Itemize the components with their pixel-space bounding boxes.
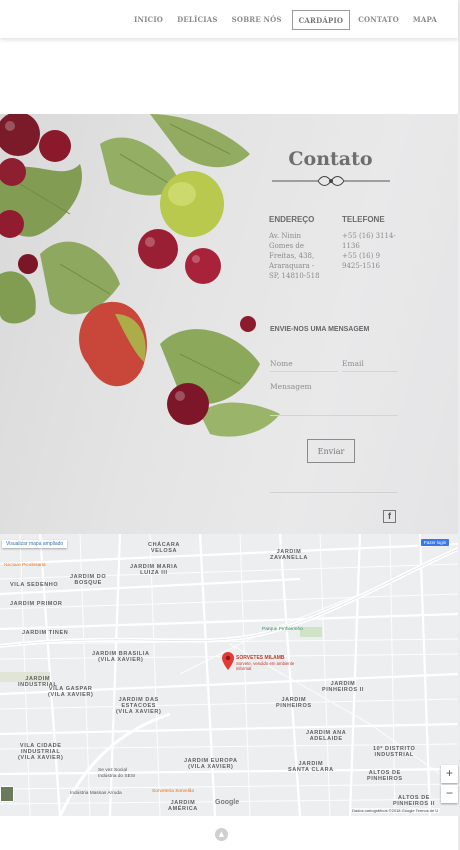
map-neighborhood-label: JARDIM PINHEIROS II xyxy=(322,681,365,693)
map-poi-label[interactable]: Nectare Picolesaria xyxy=(4,563,46,568)
view-larger-map-link[interactable]: Visualizar mapa ampliado xyxy=(2,540,68,548)
ornament-divider-icon xyxy=(272,176,390,186)
map-poi-label[interactable]: Parque Pinheirinho xyxy=(262,627,303,632)
phone-text: +55 (16) 3114- 1136 +55 (16) 9 9425-1516 xyxy=(342,231,396,271)
nav-item-sobre-nos[interactable]: SOBRE NÓS xyxy=(226,10,288,30)
map-neighborhood-label: JARDIM DO BOSQUE xyxy=(70,574,107,586)
phone-line: 1136 xyxy=(342,242,360,250)
map-neighborhood-label: JARDIM BRASILIA (VILA XAVIER) xyxy=(92,651,150,663)
map-poi-label[interactable]: Indústria do SESI xyxy=(98,774,135,779)
map-neighborhood-label: JARDIM PINHEIROS xyxy=(276,697,312,709)
address-text: Av. Ninin Gomes de Freitas, 438, Araraqu… xyxy=(269,231,320,281)
map-poi-label[interactable]: Sorveteria Sorvelão xyxy=(152,789,194,794)
name-field[interactable] xyxy=(270,356,338,372)
address-line: Araraquara - xyxy=(269,262,315,270)
phone-line: +55 (16) 3114- xyxy=(342,232,396,240)
nav-item-contato[interactable]: CONTATO xyxy=(352,10,405,30)
zoom-in-button[interactable]: + xyxy=(441,765,458,783)
email-field[interactable] xyxy=(342,356,398,372)
back-to-top-icon[interactable]: ▲ xyxy=(215,828,228,841)
facebook-icon[interactable]: f xyxy=(383,510,396,523)
contact-section: Contato ENDEREÇO Av. Ninin Gomes de Frei… xyxy=(0,114,458,534)
top-nav: INICIO DELÍCIAS SOBRE NÓS CARDÁPIO CONTA… xyxy=(0,0,458,38)
map-neighborhood-label: CHÁCARA VELOSA xyxy=(148,542,181,554)
map-neighborhood-label: JARDIM ANA ADELAIDE xyxy=(306,730,347,742)
map-neighborhood-label: ALTOS DE PINHEIROS xyxy=(367,770,403,782)
map-neighborhood-label: JARDIM PRIMOR xyxy=(10,601,63,607)
map-neighborhood-label: JARDIM SANTA CLARA xyxy=(288,761,334,773)
message-heading: ENVIE-NOS UMA MENSAGEM xyxy=(270,326,370,333)
map-neighborhood-label: JARDIM ZAVANELLA xyxy=(270,549,308,561)
phone-line: +55 (16) 9 xyxy=(342,252,381,260)
map-neighborhood-label: JARDIM TINEN xyxy=(22,630,69,636)
address-heading: ENDEREÇO xyxy=(269,215,315,224)
message-field[interactable] xyxy=(270,382,398,416)
fruit-background-image xyxy=(0,114,280,437)
map-neighborhood-label: VILA CIDADE INDUSTRIAL (VILA XAVIER) xyxy=(18,743,64,761)
map-neighborhood-label: JARDIM DAS ESTACOES (VILA XAVIER) xyxy=(116,697,162,715)
satellite-view-toggle[interactable] xyxy=(0,786,14,802)
address-line: Av. Ninin xyxy=(269,232,301,240)
nav-item-inicio[interactable]: INICIO xyxy=(128,10,169,30)
map-attribution[interactable]: Dados cartográficos ©2018 Google Termos … xyxy=(350,808,441,813)
contact-title: Contato xyxy=(288,148,373,170)
nav-item-cardapio[interactable]: CARDÁPIO xyxy=(291,10,351,30)
map-poi-label[interactable]: Indústria Massas Arruda xyxy=(70,791,122,796)
map-neighborhood-label: 10º DISTRITO INDUSTRIAL xyxy=(373,746,416,758)
map-marker-icon[interactable] xyxy=(222,652,234,670)
map-login-button[interactable]: Fazer login xyxy=(421,539,450,546)
map-neighborhood-label: VILA SEDENHO xyxy=(10,582,59,588)
map-neighborhood-label: JARDIM AMÉRICA xyxy=(168,800,198,812)
map-neighborhood-label: JARDIM EUROPA (VILA XAVIER) xyxy=(184,758,238,770)
map-neighborhood-label: JARDIM MARIA LUIZA III xyxy=(130,564,178,576)
map-neighborhood-label: VILA GASPAR (VILA XAVIER) xyxy=(48,686,94,698)
phone-heading: TELEFONE xyxy=(342,215,385,224)
marker-subtitle: Sorvete, vendido em ambiente informal xyxy=(236,661,295,671)
address-line: Freitas, 438, xyxy=(269,252,315,260)
google-logo: Google xyxy=(215,799,240,806)
map-poi-label[interactable]: Se vez Social xyxy=(98,768,127,773)
address-line: SP, 14810-518 xyxy=(269,272,320,280)
nav-menu: INICIO DELÍCIAS SOBRE NÓS CARDÁPIO CONTA… xyxy=(128,10,443,30)
map-neighborhood-label: ALTOS DE PINHEIROS II xyxy=(393,795,436,807)
nav-item-delicias[interactable]: DELÍCIAS xyxy=(171,10,224,30)
address-line: Gomes de xyxy=(269,242,305,250)
contact-divider xyxy=(270,492,398,493)
nav-item-mapa[interactable]: MAPA xyxy=(407,10,443,30)
send-button[interactable]: Enviar xyxy=(307,439,355,463)
phone-line: 9425-1516 xyxy=(342,262,380,270)
zoom-out-button[interactable]: − xyxy=(441,785,458,803)
